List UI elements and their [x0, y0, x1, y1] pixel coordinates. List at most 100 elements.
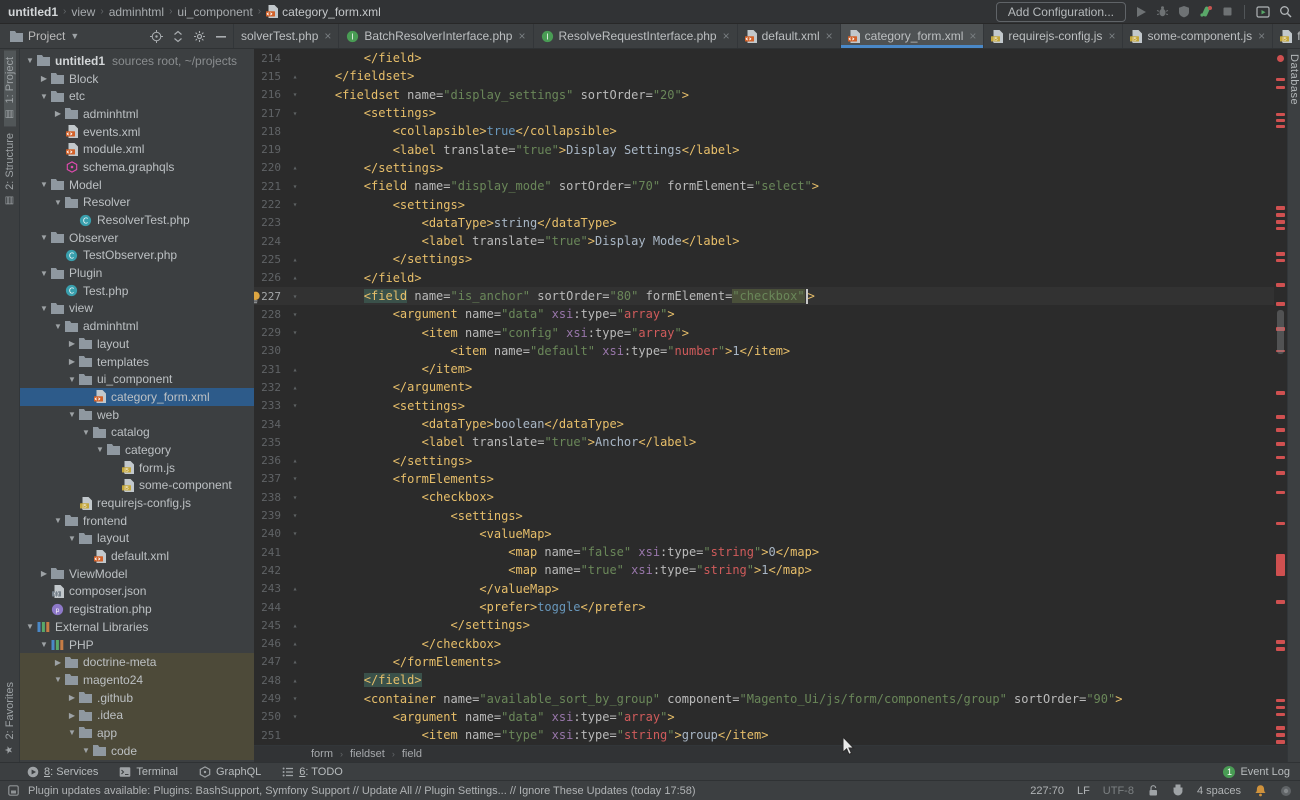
event-log-button[interactable]: 1Event Log [1223, 766, 1300, 778]
tree-toggle-icon[interactable]: ▼ [52, 198, 64, 207]
tree-item[interactable]: ▼app [20, 724, 254, 742]
code-line[interactable]: 237▾ <formElements> [254, 470, 1287, 488]
tree-item[interactable]: ▶adminhtml [20, 105, 254, 123]
tree-item[interactable]: ▼Plugin [20, 264, 254, 282]
phone-listen-icon[interactable] [1199, 5, 1213, 18]
code-line[interactable]: 216▾ <fieldset name="display_settings" s… [254, 86, 1287, 104]
tab-close-icon[interactable]: × [826, 29, 833, 43]
caret-position[interactable]: 227:70 [1030, 785, 1064, 797]
tree-toggle-icon[interactable]: ▶ [52, 658, 64, 667]
fold-marker-icon[interactable]: ▾ [284, 310, 306, 319]
fold-marker-icon[interactable]: ▾ [284, 529, 306, 538]
code-line[interactable]: 247▴ </formElements> [254, 653, 1287, 671]
status-message[interactable]: Plugin updates available: Plugins: BashS… [28, 785, 696, 797]
stop-icon[interactable] [1222, 6, 1233, 17]
run-icon[interactable] [1135, 6, 1147, 18]
fold-marker-icon[interactable]: ▾ [284, 694, 306, 703]
tab-close-icon[interactable]: × [723, 29, 730, 43]
code-line[interactable]: 244 <prefer>toggle</prefer> [254, 598, 1287, 616]
code-line[interactable]: 221▾ <field name="display_mode" sortOrde… [254, 177, 1287, 195]
tree-item[interactable]: CTest.php [20, 282, 254, 300]
code-line[interactable]: 227▾ <field name="is_anchor" sortOrder="… [254, 287, 1287, 305]
code-line[interactable]: 235 <label translate="true">Anchor</labe… [254, 433, 1287, 451]
code-line[interactable]: 243▴ </valueMap> [254, 580, 1287, 598]
tree-toggle-icon[interactable]: ▼ [80, 746, 92, 755]
tab-close-icon[interactable]: × [518, 29, 525, 43]
tool-stripe-button-structure[interactable]: ▤2: Structure [4, 126, 16, 213]
project-tool-window-header[interactable]: Project ▼ [0, 24, 234, 48]
code-line[interactable]: 224 <label translate="true">Display Mode… [254, 232, 1287, 250]
editor-breadcrumb-item[interactable]: field [402, 748, 422, 760]
fold-marker-icon[interactable]: ▾ [284, 90, 306, 99]
code-line[interactable]: 228▾ <argument name="data" xsi:type="arr… [254, 305, 1287, 323]
tree-item[interactable]: ▶Block [20, 70, 254, 88]
tool-window-button-services[interactable]: 8: Services [27, 766, 98, 778]
fold-marker-icon[interactable]: ▴ [284, 383, 306, 392]
editor-tab[interactable]: IBatchResolverInterface.php× [339, 24, 533, 48]
code-line[interactable]: 250▾ <argument name="data" xsi:type="arr… [254, 708, 1287, 726]
tree-toggle-icon[interactable]: ▼ [66, 410, 78, 419]
indent-setting[interactable]: 4 spaces [1197, 785, 1241, 797]
fold-marker-icon[interactable]: ▴ [284, 584, 306, 593]
gear-icon[interactable] [193, 30, 206, 43]
tree-item[interactable]: schema.graphqls [20, 158, 254, 176]
tree-item[interactable]: ▶ViewModel [20, 565, 254, 583]
code-line[interactable]: 222▾ <settings> [254, 195, 1287, 213]
tree-toggle-icon[interactable]: ▶ [66, 357, 78, 366]
tree-item[interactable]: ▼view [20, 300, 254, 318]
highlight-level-icon[interactable] [1172, 784, 1184, 797]
editor-tab[interactable]: JSsome-component.js× [1123, 24, 1273, 48]
fold-marker-icon[interactable]: ▾ [284, 712, 306, 721]
fold-marker-icon[interactable]: ▴ [284, 255, 306, 264]
code-line[interactable]: 219 <label translate="true">Display Sett… [254, 140, 1287, 158]
tool-window-button-terminal[interactable]: Terminal [119, 766, 178, 778]
tree-item[interactable]: JSrequirejs-config.js [20, 494, 254, 512]
tab-close-icon[interactable]: × [1108, 29, 1115, 43]
editor-breadcrumb-item[interactable]: fieldset [350, 748, 385, 760]
tree-toggle-icon[interactable]: ▼ [24, 622, 36, 631]
code-line[interactable]: 225▴ </settings> [254, 250, 1287, 268]
editor-tab[interactable]: default.xml× [738, 24, 841, 48]
tree-toggle-icon[interactable]: ▶ [66, 693, 78, 702]
fold-marker-icon[interactable]: ▾ [284, 109, 306, 118]
file-encoding[interactable]: UTF-8 [1103, 785, 1134, 797]
tree-item[interactable]: JSsome-component [20, 477, 254, 495]
fold-marker-icon[interactable]: ▾ [284, 474, 306, 483]
fold-marker-icon[interactable]: ▴ [284, 273, 306, 282]
tree-toggle-icon[interactable]: ▶ [38, 569, 50, 578]
tree-item[interactable]: ▼frontend [20, 512, 254, 530]
tree-item[interactable]: ▶templates [20, 353, 254, 371]
tree-item[interactable]: ▼catalog [20, 423, 254, 441]
tree-item[interactable]: ▼External Libraries [20, 618, 254, 636]
add-configuration-button[interactable]: Add Configuration... [996, 2, 1126, 22]
tool-stripe-button-favorites[interactable]: ★2: Favorites [4, 675, 16, 762]
fold-marker-icon[interactable]: ▴ [284, 72, 306, 81]
tool-stripe-button-project[interactable]: ▤1: Project [4, 50, 16, 126]
fold-marker-icon[interactable]: ▾ [284, 401, 306, 410]
tree-item[interactable]: {}composer.json [20, 583, 254, 601]
inspection-status-dot[interactable] [1277, 55, 1284, 62]
tree-toggle-icon[interactable]: ▼ [38, 269, 50, 278]
code-line[interactable]: 238▾ <checkbox> [254, 488, 1287, 506]
target-icon[interactable] [150, 30, 163, 43]
tree-item[interactable]: ▶.github [20, 689, 254, 707]
tree-item[interactable]: ▼ui_component [20, 370, 254, 388]
tree-item[interactable]: ▼layout [20, 530, 254, 548]
scrollbar-thumb[interactable] [1277, 310, 1284, 354]
fold-marker-icon[interactable]: ▴ [284, 621, 306, 630]
tree-item[interactable]: ▶.idea [20, 706, 254, 724]
tree-toggle-icon[interactable]: ▼ [94, 445, 106, 454]
tree-toggle-icon[interactable]: ▼ [66, 534, 78, 543]
tree-toggle-icon[interactable]: ▶ [38, 74, 50, 83]
hide-icon[interactable] [215, 30, 227, 43]
code-line[interactable]: 249▾ <container name="available_sort_by_… [254, 689, 1287, 707]
tree-item[interactable]: events.xml [20, 123, 254, 141]
search-icon[interactable] [1279, 5, 1292, 18]
chevron-down-icon[interactable]: ▼ [70, 31, 79, 41]
code-line[interactable]: 233▾ <settings> [254, 397, 1287, 415]
code-line[interactable]: 223 <dataType>string</dataType> [254, 214, 1287, 232]
code-line[interactable]: 246▴ </checkbox> [254, 635, 1287, 653]
tree-item[interactable]: ▼web [20, 406, 254, 424]
tree-toggle-icon[interactable]: ▼ [38, 92, 50, 101]
tree-toggle-icon[interactable]: ▶ [66, 711, 78, 720]
